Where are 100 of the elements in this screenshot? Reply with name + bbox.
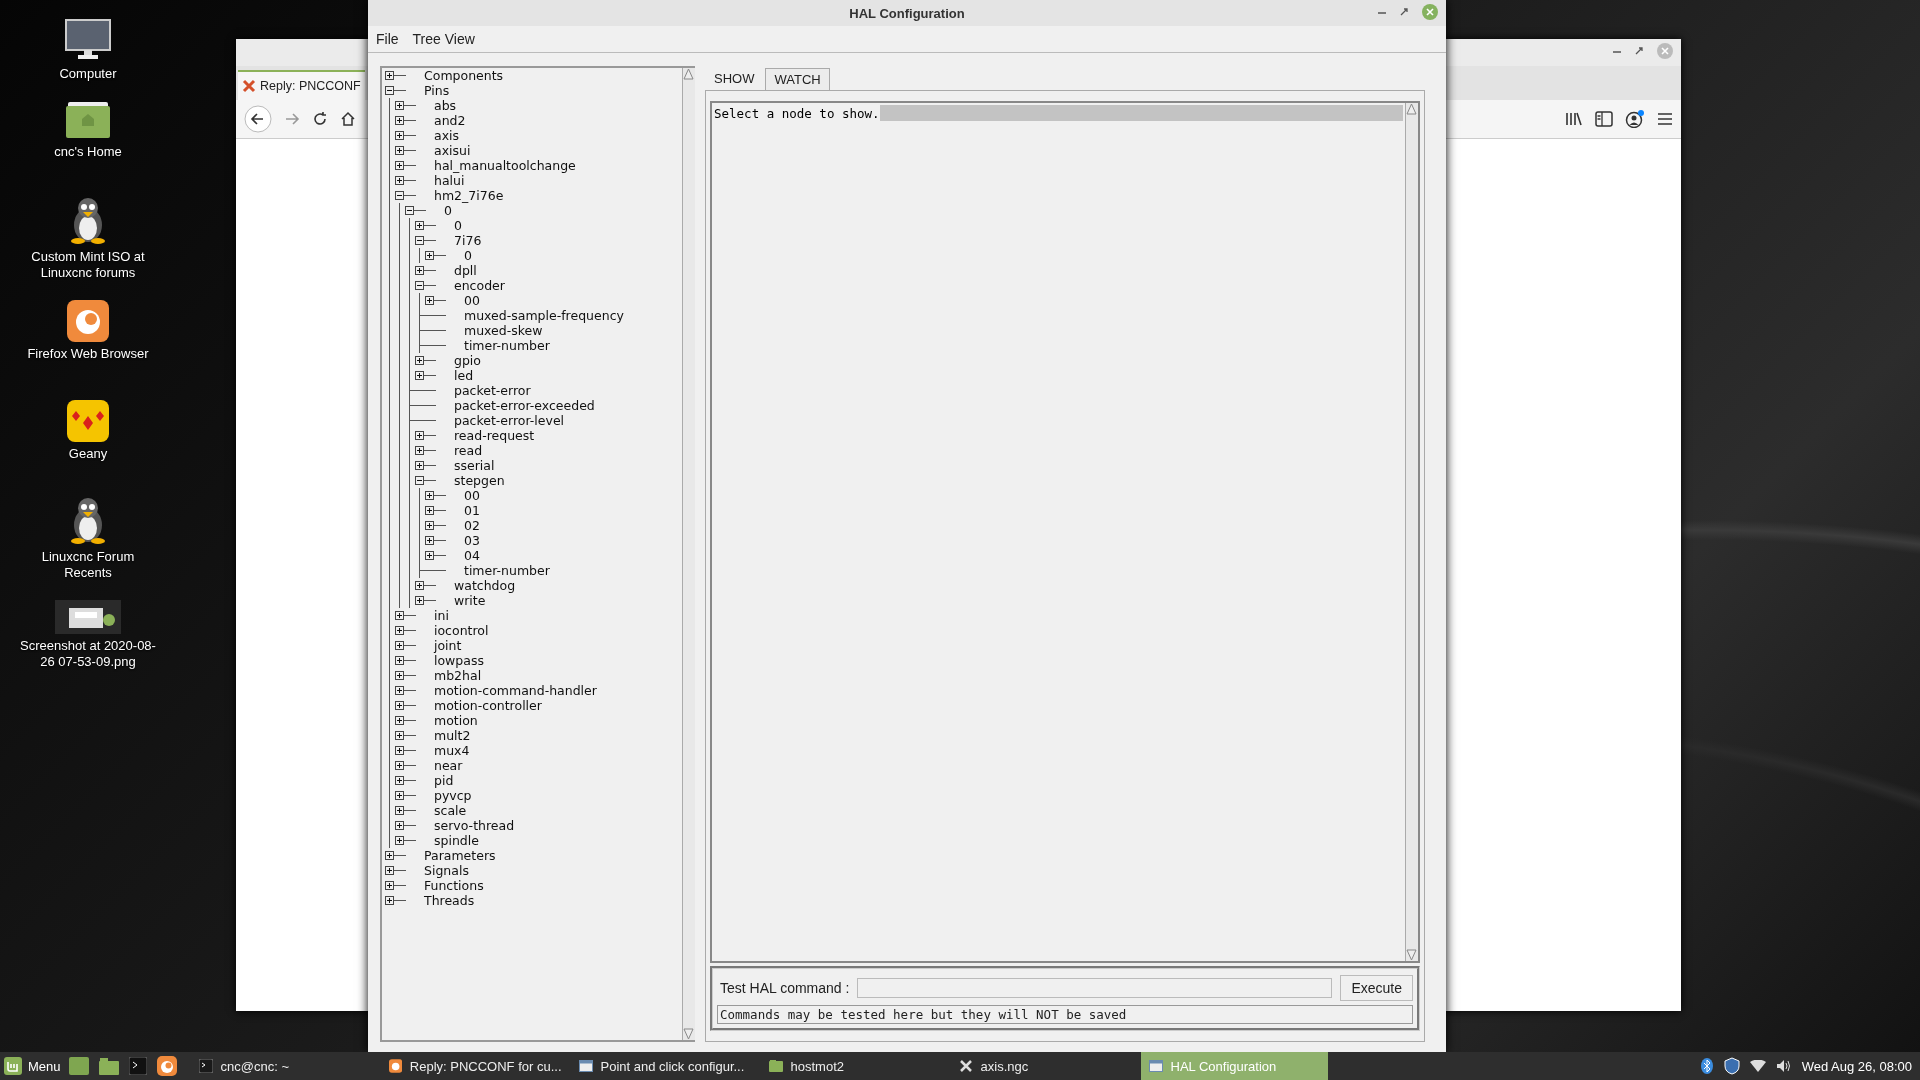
plus-box-icon[interactable] — [395, 836, 404, 845]
tree-item[interactable]: 00 — [464, 488, 480, 503]
tree-item[interactable]: gpio — [454, 353, 481, 368]
tree-item[interactable]: pid — [434, 773, 454, 788]
tree-item[interactable]: 02 — [464, 518, 480, 533]
taskbar-window-button[interactable]: hostmot2 — [760, 1052, 948, 1080]
scroll-up-icon[interactable] — [683, 68, 694, 80]
home-icon[interactable] — [340, 111, 356, 127]
desktop-icon-label[interactable]: Firefox Web Browser — [27, 346, 149, 362]
tree-item[interactable]: 7i76 — [454, 233, 482, 248]
tree-item[interactable]: hm2_7i76e — [434, 188, 504, 203]
tree-item[interactable]: dpll — [454, 263, 477, 278]
shield-icon[interactable] — [1723, 1057, 1740, 1075]
plus-box-icon[interactable] — [415, 371, 424, 380]
menu-item[interactable]: Tree View — [412, 31, 475, 47]
desktop-icon-label[interactable]: Geany — [68, 446, 108, 462]
taskbar-window-button[interactable]: Reply: PNCCONF for cu... — [380, 1052, 568, 1080]
tree-item[interactable]: Functions — [424, 878, 484, 893]
plus-box-icon[interactable] — [415, 221, 424, 230]
tree-item[interactable]: lowpass — [434, 653, 484, 668]
plus-box-icon[interactable] — [395, 161, 404, 170]
plus-box-icon[interactable] — [395, 626, 404, 635]
plus-box-icon[interactable] — [395, 686, 404, 695]
tree-item[interactable]: timer-number — [464, 563, 550, 578]
minus-box-icon[interactable] — [415, 236, 424, 245]
plus-box-icon[interactable] — [395, 146, 404, 155]
tree-item[interactable]: pyvcp — [434, 788, 472, 803]
tree-item[interactable]: near — [434, 758, 463, 773]
taskbar-window-button[interactable]: axis.ngc — [950, 1052, 1138, 1080]
plus-box-icon[interactable] — [425, 296, 434, 305]
tree-item[interactable]: led — [454, 368, 474, 383]
tree-item[interactable]: 0 — [454, 218, 462, 233]
diamonds-app-icon[interactable] — [67, 400, 109, 442]
tree-item[interactable]: mux4 — [434, 743, 470, 758]
terminal-icon[interactable] — [128, 1057, 147, 1075]
plus-box-icon[interactable] — [415, 461, 424, 470]
tree-item[interactable]: Pins — [424, 83, 450, 98]
minus-box-icon[interactable] — [395, 191, 404, 200]
plus-box-icon[interactable] — [425, 536, 434, 545]
plus-box-icon[interactable] — [395, 806, 404, 815]
tree-item[interactable]: Threads — [424, 893, 475, 908]
plus-box-icon[interactable] — [395, 116, 404, 125]
minus-box-icon[interactable] — [415, 476, 424, 485]
tree-item[interactable]: 0 — [444, 203, 452, 218]
tree-item[interactable]: watchdog — [454, 578, 516, 593]
menu-icon[interactable] — [1657, 111, 1673, 127]
scroll-up-icon[interactable] — [1406, 103, 1417, 115]
plus-box-icon[interactable] — [425, 251, 434, 260]
tree-item[interactable]: timer-number — [464, 338, 550, 353]
taskbar-window-button[interactable]: Point and click configur... — [570, 1052, 758, 1080]
tree-item[interactable]: Signals — [424, 863, 469, 878]
desktop-icon-label[interactable]: Linuxcnc Forum Recents — [18, 549, 158, 581]
taskbar-window-button[interactable]: cnc@cnc: ~ — [190, 1052, 378, 1080]
minus-box-icon[interactable] — [405, 206, 414, 215]
plus-box-icon[interactable] — [395, 131, 404, 140]
forward-icon[interactable] — [284, 111, 300, 127]
plus-box-icon[interactable] — [425, 491, 434, 500]
clock[interactable]: Wed Aug 26, 08:00 — [1801, 1058, 1912, 1074]
plus-box-icon[interactable] — [395, 791, 404, 800]
plus-box-icon[interactable] — [395, 701, 404, 710]
plus-box-icon[interactable] — [425, 551, 434, 560]
plus-box-icon[interactable] — [395, 656, 404, 665]
plus-box-icon[interactable] — [385, 866, 394, 875]
plus-box-icon[interactable] — [385, 881, 394, 890]
tree-item[interactable]: spindle — [434, 833, 479, 848]
tree-item[interactable]: servo-thread — [434, 818, 515, 833]
plus-box-icon[interactable] — [395, 101, 404, 110]
scroll-down-icon[interactable] — [683, 1028, 694, 1040]
plus-box-icon[interactable] — [415, 266, 424, 275]
tree-item[interactable]: 03 — [464, 533, 480, 548]
tree-item[interactable]: packet-error — [454, 383, 531, 398]
reload-icon[interactable] — [312, 111, 328, 127]
menu-button[interactable]: Menu — [0, 1052, 69, 1080]
screenshot-thumbnail-icon[interactable] — [55, 600, 121, 634]
sidebar-icon[interactable] — [1595, 111, 1613, 127]
desktop-icon-label[interactable]: Computer — [59, 66, 117, 82]
command-input-field[interactable] — [857, 978, 1333, 998]
monitor-icon[interactable] — [64, 18, 112, 62]
tree-item[interactable]: axis — [434, 128, 460, 143]
plus-box-icon[interactable] — [425, 506, 434, 515]
plus-box-icon[interactable] — [395, 761, 404, 770]
tree-item[interactable]: halui — [434, 173, 465, 188]
plus-box-icon[interactable] — [395, 716, 404, 725]
tab[interactable]: WATCH — [765, 68, 830, 90]
tree-item[interactable]: iocontrol — [434, 623, 489, 638]
tree-item[interactable]: read-request — [454, 428, 535, 443]
desktop-icon[interactable] — [68, 1057, 89, 1075]
tree-item[interactable]: joint — [434, 638, 462, 653]
tree-item[interactable]: 04 — [464, 548, 480, 563]
tree-item[interactable]: stepgen — [454, 473, 505, 488]
back-icon[interactable] — [244, 105, 272, 133]
desktop-icon-label[interactable]: Custom Mint ISO at Linuxcnc forums — [18, 249, 158, 281]
plus-box-icon[interactable] — [415, 596, 424, 605]
tree-item[interactable]: muxed-sample-frequency — [464, 308, 624, 323]
menu-item[interactable]: File — [376, 31, 399, 47]
scrollbar[interactable] — [1405, 103, 1418, 961]
account-icon[interactable] — [1625, 110, 1645, 128]
plus-box-icon[interactable] — [395, 776, 404, 785]
plus-box-icon[interactable] — [415, 581, 424, 590]
plus-box-icon[interactable] — [415, 356, 424, 365]
